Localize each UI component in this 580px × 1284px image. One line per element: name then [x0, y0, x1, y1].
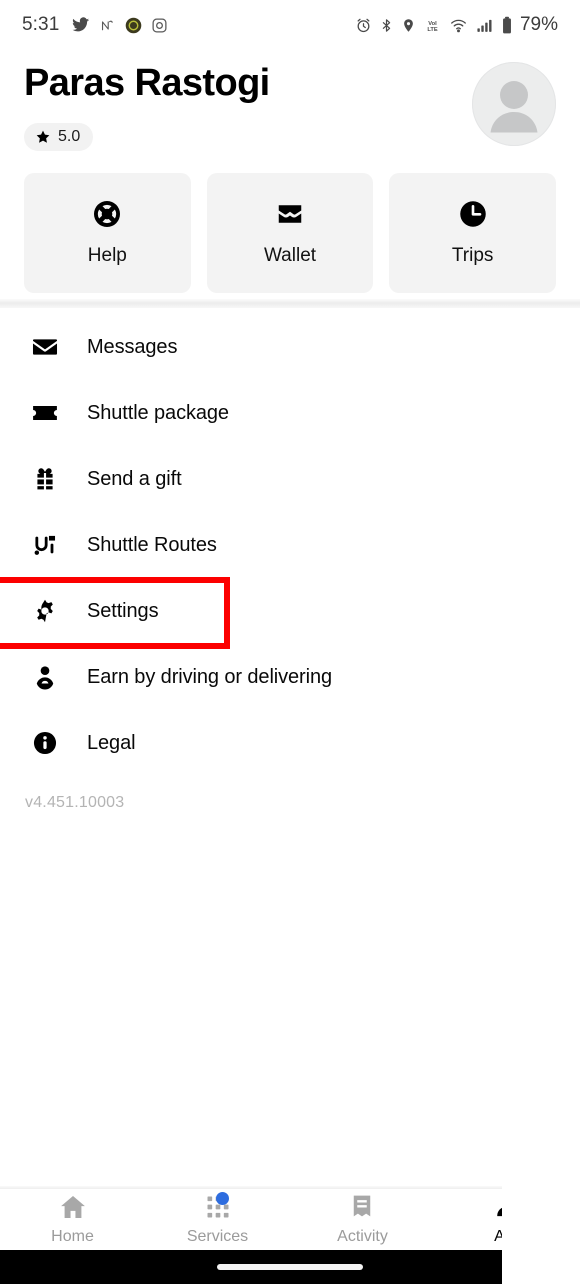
- menu-item-legal[interactable]: Legal: [0, 710, 580, 776]
- envelope-icon: [30, 332, 60, 362]
- status-bar-clock: 5:31: [22, 14, 60, 35]
- quick-action-wallet[interactable]: Wallet: [206, 173, 374, 293]
- menu-item-label: Send a gift: [87, 467, 182, 490]
- wifi-icon: [449, 17, 468, 34]
- clock-icon: [459, 201, 486, 227]
- instagram-icon: [151, 17, 168, 34]
- status-bar: 5:31 VoI LTE 79%: [0, 0, 580, 50]
- quick-action-label: Help: [87, 245, 127, 266]
- status-bar-right: VoI LTE 79%: [355, 14, 558, 36]
- gear-icon: [30, 596, 60, 626]
- nav-tab-activity[interactable]: Activity: [290, 1193, 435, 1246]
- route-icon: [30, 530, 60, 560]
- gift-icon: [30, 464, 60, 494]
- quick-action-help[interactable]: Help: [24, 173, 191, 293]
- battery-percentage: 79%: [519, 14, 558, 35]
- page-title: Paras Rastogi: [24, 62, 270, 104]
- gesture-navigation-area: [0, 1250, 580, 1284]
- alarm-icon: [355, 17, 372, 34]
- account-menu-list: Messages Shuttle package Send a gift Shu…: [0, 314, 580, 776]
- receipt-icon: [349, 1193, 377, 1221]
- app-version-label: v4.451.10003: [25, 794, 125, 811]
- section-divider: [0, 299, 580, 308]
- menu-item-settings[interactable]: Settings: [0, 577, 580, 649]
- quick-action-label: Wallet: [263, 245, 317, 266]
- lifebuoy-icon: [94, 201, 121, 227]
- status-bar-left: 5:31: [22, 14, 168, 36]
- menu-item-shuttle-package[interactable]: Shuttle package: [0, 380, 580, 446]
- bottom-navigation-bar: Home Services Activity: [0, 1189, 580, 1250]
- person-icon: [30, 662, 60, 692]
- location-icon: [401, 17, 416, 34]
- services-notification-badge: [215, 1192, 229, 1205]
- menu-item-shuttle-routes[interactable]: Shuttle Routes: [0, 512, 580, 578]
- phone-screen: 5:31 VoI LTE 79% Paras Rastogi 5.0 Help …: [0, 0, 580, 1284]
- battery-icon: [501, 16, 513, 35]
- menu-item-messages[interactable]: Messages: [0, 314, 580, 380]
- menu-item-label: Legal: [87, 731, 136, 754]
- home-icon: [59, 1193, 87, 1221]
- screenshot-white-overlay: [502, 1186, 580, 1284]
- nav-tab-home[interactable]: Home: [0, 1193, 145, 1246]
- menu-item-label: Settings: [87, 599, 159, 622]
- grid-icon: [204, 1192, 232, 1221]
- quick-action-label: Trips: [451, 245, 494, 266]
- quick-actions-row: Help Wallet Trips: [24, 173, 557, 293]
- menu-item-earn-by-driving[interactable]: Earn by driving or delivering: [0, 644, 580, 710]
- volte-icon: VoI LTE: [423, 17, 442, 34]
- olive-circle-app-icon: [125, 17, 142, 34]
- signal-bars-icon: [475, 17, 494, 34]
- status-badge[interactable]: 5.0: [24, 123, 94, 151]
- menu-item-label: Earn by driving or delivering: [87, 665, 333, 688]
- person-avatar-icon: [490, 81, 538, 133]
- info-icon: [30, 728, 60, 758]
- menu-item-label: Messages: [87, 335, 178, 358]
- news-n-icon: [99, 17, 116, 34]
- profile-header: Paras Rastogi 5.0: [0, 50, 580, 170]
- menu-item-send-a-gift[interactable]: Send a gift: [0, 446, 580, 512]
- svg-text:VoI: VoI: [428, 20, 437, 26]
- wallet-icon: [278, 205, 302, 223]
- home-indicator[interactable]: [217, 1264, 363, 1270]
- nav-tab-services[interactable]: Services: [145, 1192, 290, 1246]
- menu-item-label: Shuttle package: [87, 401, 229, 424]
- nav-tab-label: Home: [51, 1228, 94, 1245]
- quick-action-trips[interactable]: Trips: [389, 173, 557, 293]
- nav-tab-label: Services: [186, 1228, 249, 1245]
- star-icon: [36, 130, 50, 143]
- bluetooth-icon: [379, 17, 394, 34]
- nav-tab-label: Activity: [337, 1228, 388, 1245]
- rating-value: 5.0: [58, 128, 81, 145]
- avatar[interactable]: [472, 62, 556, 146]
- twitter-icon: [71, 16, 90, 35]
- ticket-icon: [30, 398, 60, 428]
- menu-item-label: Shuttle Routes: [87, 533, 217, 556]
- svg-text:LTE: LTE: [427, 27, 438, 33]
